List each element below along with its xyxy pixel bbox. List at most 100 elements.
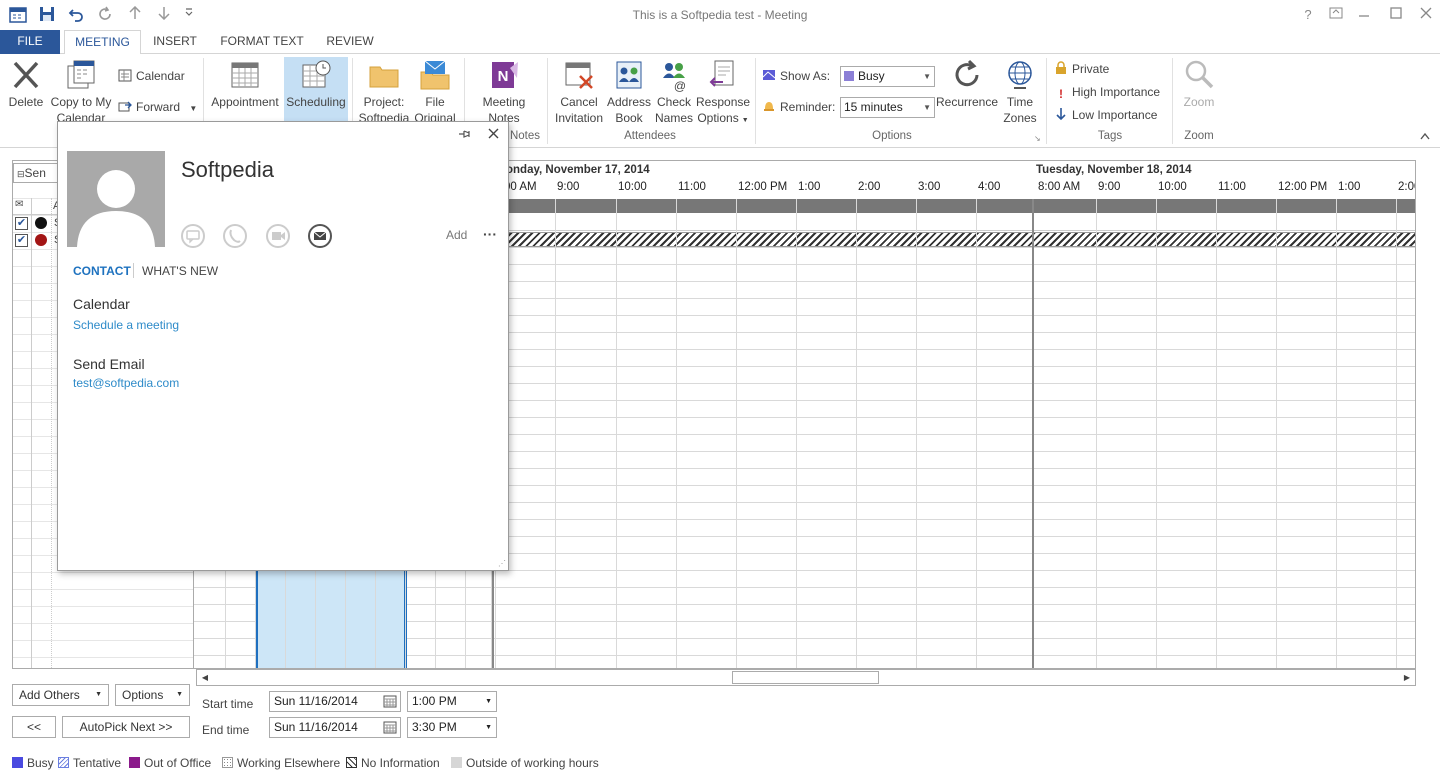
end-time-value: 3:30 PM	[412, 720, 457, 734]
project-softpedia-button[interactable]: Project: Softpedia	[356, 58, 412, 126]
separator	[1046, 58, 1047, 144]
scheduling-button[interactable]: Scheduling	[284, 57, 348, 121]
grid-line	[1336, 199, 1337, 668]
more-options-icon[interactable]: ···	[483, 226, 497, 242]
check-names-icon: @	[663, 63, 686, 92]
working-elsewhere-swatch	[222, 757, 233, 768]
horizontal-scrollbar[interactable]: ◀ ▶	[196, 669, 1416, 686]
private-button[interactable]: Private	[1054, 59, 1109, 79]
response-options-button[interactable]: Response Options ▼	[696, 58, 750, 129]
chevron-down-icon: ▼	[95, 691, 102, 698]
minimize-icon[interactable]	[1354, 6, 1374, 24]
close-window-icon[interactable]	[1416, 6, 1436, 24]
delete-button[interactable]: Delete	[4, 58, 48, 110]
end-date-field[interactable]: Sun 11/16/2014	[269, 717, 401, 738]
column-divider	[31, 198, 32, 668]
high-importance-button[interactable]: ! High Importance	[1054, 82, 1160, 102]
forward-button[interactable]: Forward ▼	[118, 97, 197, 117]
start-date-field[interactable]: Sun 11/16/2014	[269, 691, 401, 712]
copy-label-line1: Copy to My	[50, 95, 112, 109]
show-as-icon	[762, 70, 776, 80]
ribbon-display-options-icon[interactable]	[1326, 6, 1346, 24]
tab-divider	[133, 263, 134, 278]
end-time-label: End time	[202, 723, 250, 737]
help-button[interactable]: ?	[1298, 6, 1318, 24]
recurrence-button[interactable]: Recurrence	[935, 58, 999, 110]
address-book-button[interactable]: Address Book	[605, 58, 653, 126]
meeting-notes-button[interactable]: N Meeting Notes	[474, 58, 534, 126]
hour-label: 8:00 AM	[1038, 181, 1081, 193]
tentative-swatch	[58, 757, 69, 768]
grid-line	[736, 199, 737, 668]
collapse-ribbon-icon[interactable]	[1420, 132, 1430, 143]
tab-file[interactable]: FILE	[0, 30, 60, 54]
ribbon-tabs: FILE MEETING INSERT FORMAT TEXT REVIEW	[0, 30, 1440, 55]
copy-to-my-calendar-button[interactable]: Copy to My Calendar	[48, 58, 114, 126]
show-as-dropdown[interactable]: Busy ▼	[840, 66, 935, 87]
day-divider	[1032, 199, 1034, 668]
chevron-down-icon: ▼	[176, 691, 183, 698]
reminder-dropdown[interactable]: 15 minutes ▼	[840, 97, 935, 118]
email-link[interactable]: test@softpedia.com	[73, 376, 179, 390]
file-original-button[interactable]: File Original	[412, 58, 458, 126]
low-importance-button[interactable]: Low Importance	[1054, 105, 1157, 125]
send-icon: ⊟	[17, 169, 25, 179]
grid-line	[1216, 199, 1217, 668]
high-importance-icon: !	[1059, 87, 1063, 101]
email-icon[interactable]	[308, 224, 332, 248]
appointment-button[interactable]: Appointment	[207, 58, 283, 110]
calendar-picker-icon	[383, 721, 397, 734]
attendees-group-label: Attendees	[624, 130, 676, 142]
start-time-dropdown[interactable]: 1:00 PM ▼	[407, 691, 497, 712]
maximize-icon[interactable]	[1386, 6, 1406, 24]
forward-icon	[118, 101, 132, 112]
pin-icon[interactable]	[458, 128, 472, 143]
options-button[interactable]: Options ▼	[115, 684, 190, 706]
send-email-heading: Send Email	[73, 356, 145, 372]
meeting-window: This is a Softpedia test - Meeting ? FIL…	[0, 0, 1440, 780]
scroll-right-icon[interactable]: ▶	[1400, 671, 1414, 685]
cancel-invitation-button[interactable]: Cancel Invitation	[551, 58, 607, 126]
tab-meeting[interactable]: MEETING	[64, 30, 141, 55]
zoom-group-label: Zoom	[1184, 130, 1214, 142]
close-card-icon[interactable]	[488, 128, 499, 142]
hour-label: 12:00 PM	[1278, 181, 1328, 193]
tab-contact[interactable]: CONTACT	[73, 264, 131, 278]
svg-text:@: @	[674, 79, 686, 92]
phone-icon[interactable]	[223, 224, 247, 248]
time-zones-label-line1: Time	[1006, 95, 1034, 109]
options-dialog-launcher-icon[interactable]: ↘	[1034, 134, 1042, 143]
tab-whats-new[interactable]: WHAT'S NEW	[142, 264, 218, 278]
video-icon[interactable]	[266, 224, 290, 248]
scroll-left-icon[interactable]: ◀	[198, 671, 212, 685]
zoom-button[interactable]: Zoom	[1177, 58, 1221, 110]
hour-label: 11:00	[678, 181, 706, 193]
add-contact-link[interactable]: Add	[446, 228, 467, 242]
forward-label: Forward	[136, 100, 181, 114]
contact-card: Softpedia Add ··· CONTACT WHAT'S NEW Cal…	[57, 121, 509, 571]
attendee-checkbox[interactable]: ✔	[15, 234, 28, 247]
reminder-label: Reminder:	[762, 97, 835, 117]
attendee-checkbox[interactable]: ✔	[15, 217, 28, 230]
autopick-next-button[interactable]: AutoPick Next >>	[62, 716, 190, 738]
im-icon[interactable]	[181, 224, 205, 248]
scroll-thumb[interactable]	[732, 671, 879, 684]
previous-button[interactable]: <<	[12, 716, 56, 738]
send-button[interactable]: ⊟Sen	[13, 163, 63, 183]
resize-grip-icon[interactable]: ⋰	[498, 559, 506, 568]
forward-dropdown-icon[interactable]: ▼	[189, 104, 197, 113]
meeting-notes-label-line1: Meeting	[482, 95, 526, 109]
end-time-dropdown[interactable]: 3:30 PM ▼	[407, 717, 497, 738]
check-names-button[interactable]: @ Check Names	[652, 58, 696, 126]
grid-line	[856, 199, 857, 668]
add-others-button[interactable]: Add Others ▼	[12, 684, 109, 706]
hour-label: 10:00	[1158, 181, 1187, 193]
calendar-button[interactable]: Calendar	[118, 66, 185, 86]
tab-insert[interactable]: INSERT	[146, 30, 204, 54]
time-zones-button[interactable]: Time Zones	[1000, 58, 1040, 126]
schedule-meeting-link[interactable]: Schedule a meeting	[73, 318, 179, 332]
tab-review[interactable]: REVIEW	[320, 30, 380, 54]
tags-group-label: Tags	[1097, 130, 1123, 142]
hour-label: 2:00	[858, 181, 881, 193]
tab-format-text[interactable]: FORMAT TEXT	[214, 30, 310, 54]
